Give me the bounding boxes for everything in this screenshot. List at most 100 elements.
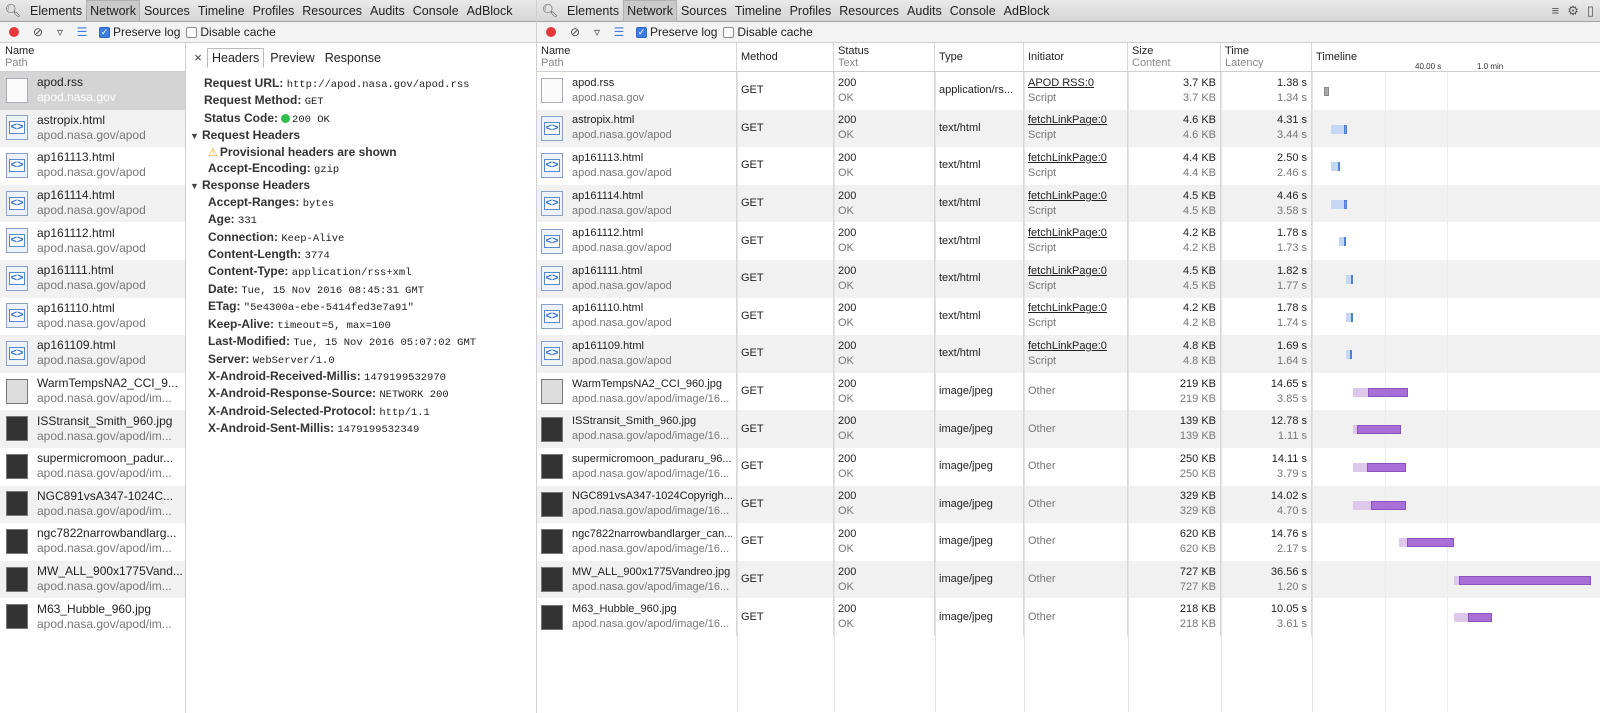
- method-column-header[interactable]: Method: [737, 43, 834, 71]
- size-column-header[interactable]: Size Content: [1128, 43, 1221, 71]
- close-icon[interactable]: ×: [189, 50, 207, 65]
- disable-cache-checkbox[interactable]: Disable cache: [186, 25, 276, 39]
- preserve-log-checkbox[interactable]: ✓ Preserve log: [99, 25, 180, 39]
- initiator-link[interactable]: fetchLinkPage:0: [1028, 264, 1123, 279]
- tab-adblock[interactable]: AdBlock: [1000, 0, 1054, 22]
- tab-headers[interactable]: Headers: [207, 47, 265, 68]
- triangle-down-icon[interactable]: ▼: [190, 129, 202, 144]
- tab-preview[interactable]: Preview: [266, 49, 318, 67]
- network-row[interactable]: supermicromoon_paduraru_96... apod.nasa.g…: [537, 447, 1600, 486]
- checkbox-checked-icon[interactable]: ✓: [636, 26, 647, 38]
- tab-audits[interactable]: Audits: [903, 0, 946, 22]
- inspect-icon[interactable]: 🔍︎: [0, 3, 26, 19]
- request-list-item[interactable]: M63_Hubble_960.jpg apod.nasa.gov/apod/im.…: [0, 598, 185, 636]
- request-path: apod.nasa.gov/apod: [37, 278, 146, 293]
- request-list-item[interactable]: <> ap161114.html apod.nasa.gov/apod: [0, 184, 185, 223]
- request-list-item[interactable]: ISStransit_Smith_960.jpg apod.nasa.gov/ap…: [0, 410, 185, 448]
- name-column-header[interactable]: Name Path: [537, 43, 737, 71]
- network-row[interactable]: M63_Hubble_960.jpg apod.nasa.gov/apod/ima…: [537, 598, 1600, 636]
- initiator-link[interactable]: fetchLinkPage:0: [1028, 151, 1123, 166]
- tab-elements[interactable]: Elements: [563, 0, 623, 22]
- network-row[interactable]: apod.rss apod.nasa.gov GET 200 OK application…: [537, 72, 1600, 110]
- request-list-item[interactable]: <> ap161109.html apod.nasa.gov/apod: [0, 335, 185, 373]
- tab-adblock[interactable]: AdBlock: [463, 0, 517, 22]
- tab-sources[interactable]: Sources: [140, 0, 194, 22]
- time-column-header[interactable]: Time Latency: [1221, 43, 1312, 71]
- gear-icon[interactable]: ⚙: [1567, 3, 1579, 19]
- response-headers-section[interactable]: ▼ Response Headers: [190, 178, 536, 194]
- network-row[interactable]: <> ap161114.html apod.nasa.gov/apod GET 200 O…: [537, 184, 1600, 223]
- inspect-icon[interactable]: 🔍︎: [537, 3, 563, 19]
- preserve-log-checkbox[interactable]: ✓ Preserve log: [636, 25, 717, 39]
- request-list-item[interactable]: NGC891vsA347-1024C... apod.nasa.gov/apod/…: [0, 485, 185, 524]
- waiting-segment: [1330, 199, 1345, 209]
- status-text: OK: [838, 91, 854, 104]
- checkbox-checked-icon[interactable]: ✓: [99, 26, 110, 38]
- tab-network[interactable]: Network: [623, 0, 677, 22]
- console-drawer-icon[interactable]: ≡: [1552, 3, 1560, 19]
- request-list-item[interactable]: WarmTempsNA2_CCI_9... apod.nasa.gov/apod/…: [0, 373, 185, 411]
- request-list-item[interactable]: <> ap161110.html apod.nasa.gov/apod: [0, 298, 185, 336]
- tab-response[interactable]: Response: [321, 49, 385, 67]
- tab-timeline[interactable]: Timeline: [194, 0, 249, 22]
- tab-network[interactable]: Network: [86, 0, 140, 22]
- disable-cache-checkbox[interactable]: Disable cache: [723, 25, 813, 39]
- tab-sources[interactable]: Sources: [677, 0, 731, 22]
- initiator-link[interactable]: fetchLinkPage:0: [1028, 226, 1123, 241]
- initiator-link[interactable]: APOD RSS:0: [1028, 76, 1123, 91]
- clear-icon[interactable]: ⊘: [27, 25, 49, 39]
- request-list-item[interactable]: apod.rss apod.nasa.gov: [0, 72, 185, 110]
- list-view-icon[interactable]: ☰: [608, 25, 630, 39]
- latency-value: 3.61 s: [1277, 618, 1307, 631]
- request-list-item[interactable]: <> astropix.html apod.nasa.gov/apod: [0, 109, 185, 148]
- network-row[interactable]: <> ap161112.html apod.nasa.gov/apod GET 200 O…: [537, 222, 1600, 260]
- tab-timeline[interactable]: Timeline: [731, 0, 786, 22]
- tab-resources[interactable]: Resources: [835, 0, 903, 22]
- network-row[interactable]: NGC891vsA347-1024Copyrigh... apod.nasa.go…: [537, 485, 1600, 524]
- filter-icon[interactable]: ▿: [586, 25, 608, 39]
- initiator-link[interactable]: fetchLinkPage:0: [1028, 301, 1123, 316]
- network-row[interactable]: <> ap161113.html apod.nasa.gov/apod GET 200 O…: [537, 147, 1600, 185]
- network-row[interactable]: MW_ALL_900x1775Vandreo.jpg apod.nasa.gov/…: [537, 560, 1600, 599]
- dock-icon[interactable]: ▯: [1587, 3, 1594, 19]
- checkbox-unchecked-icon[interactable]: [186, 26, 198, 38]
- timeline-column-header[interactable]: Timeline 40.00 s 1.0 min: [1312, 43, 1600, 71]
- request-list-item[interactable]: ngc7822narrowbandlarg... apod.nasa.gov/ap…: [0, 523, 185, 561]
- initiator-link[interactable]: fetchLinkPage:0: [1028, 113, 1123, 128]
- record-icon[interactable]: [9, 27, 19, 37]
- initiator-column-header[interactable]: Initiator: [1024, 43, 1128, 71]
- network-row[interactable]: <> ap161109.html apod.nasa.gov/apod GET 200 O…: [537, 335, 1600, 373]
- type-column-header[interactable]: Type: [935, 43, 1024, 71]
- filter-icon[interactable]: ▿: [49, 25, 71, 39]
- record-icon[interactable]: [546, 27, 556, 37]
- network-row[interactable]: WarmTempsNA2_CCI_960.jpg apod.nasa.gov/ap…: [537, 372, 1600, 411]
- list-view-icon[interactable]: ☰: [71, 25, 93, 39]
- content-size-value: 620 KB: [1179, 542, 1216, 555]
- status-column-header[interactable]: Status Text: [834, 43, 935, 71]
- request-list-item[interactable]: <> ap161112.html apod.nasa.gov/apod: [0, 222, 185, 260]
- initiator-link[interactable]: fetchLinkPage:0: [1028, 189, 1123, 204]
- tab-audits[interactable]: Audits: [366, 0, 409, 22]
- tab-console[interactable]: Console: [409, 0, 463, 22]
- request-headers-section[interactable]: ▼ Request Headers: [190, 128, 536, 144]
- tab-elements[interactable]: Elements: [26, 0, 86, 22]
- network-row[interactable]: <> ap161111.html apod.nasa.gov/apod GET 200 O…: [537, 259, 1600, 298]
- tab-profiles[interactable]: Profiles: [249, 0, 299, 22]
- request-list-item[interactable]: <> ap161113.html apod.nasa.gov/apod: [0, 147, 185, 185]
- network-row[interactable]: ngc7822narrowbandlarger_can... apod.nasa.…: [537, 523, 1600, 561]
- tab-console[interactable]: Console: [946, 0, 1000, 22]
- triangle-down-icon[interactable]: ▼: [190, 179, 202, 194]
- tab-resources[interactable]: Resources: [298, 0, 366, 22]
- time-value: 14.76 s: [1270, 527, 1307, 540]
- request-list-item[interactable]: <> ap161111.html apod.nasa.gov/apod: [0, 259, 185, 298]
- tab-profiles[interactable]: Profiles: [786, 0, 836, 22]
- network-row[interactable]: <> astropix.html apod.nasa.gov/apod GET 200 O…: [537, 109, 1600, 148]
- clear-icon[interactable]: ⊘: [564, 25, 586, 39]
- request-list-item[interactable]: MW_ALL_900x1775Vand... apod.nasa.gov/apod…: [0, 560, 185, 599]
- request-list-item[interactable]: supermicromoon_padur... apod.nasa.gov/apo…: [0, 448, 185, 486]
- initiator-link[interactable]: fetchLinkPage:0: [1028, 339, 1123, 354]
- network-row[interactable]: ISStransit_Smith_960.jpg apod.nasa.gov/ap…: [537, 410, 1600, 448]
- network-row[interactable]: <> ap161110.html apod.nasa.gov/apod GET 200 O…: [537, 297, 1600, 336]
- name-column-header[interactable]: Name Path: [0, 43, 185, 72]
- checkbox-unchecked-icon[interactable]: [723, 26, 735, 38]
